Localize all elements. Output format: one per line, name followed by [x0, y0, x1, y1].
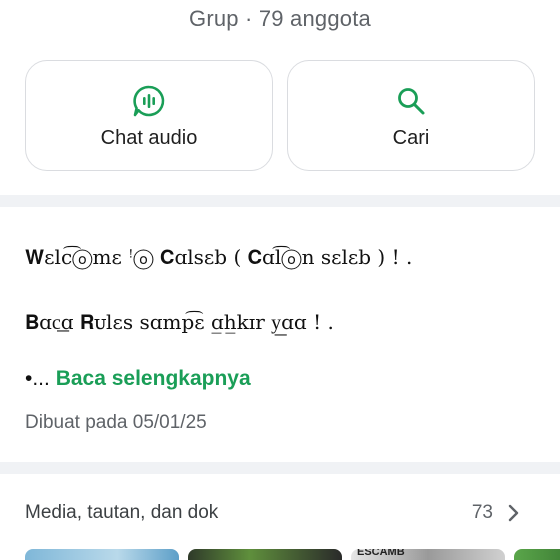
chevron-right-icon: [505, 502, 523, 524]
audio-chat-label: Chat audio: [100, 127, 198, 149]
group-actions: Chat audio Cari: [25, 60, 535, 171]
section-divider: [0, 195, 560, 207]
audio-chat-icon: [131, 83, 167, 119]
media-title: Media, tautan, dan dok: [25, 502, 219, 523]
media-thumbnail[interactable]: [514, 549, 560, 560]
media-thumbnail[interactable]: [25, 549, 179, 560]
search-icon: [393, 83, 429, 119]
read-more-link[interactable]: Baca selengkapnya: [56, 367, 251, 390]
media-thumbnail[interactable]: ESCAMB: [351, 549, 505, 560]
media-thumbnail[interactable]: [188, 549, 342, 560]
media-thumbnails: ESCAMB: [25, 549, 560, 560]
description-line-2: 𝐁ɑc͟ɑ 𝐑ᴜlɛs sɑmp͡ɛ ɑ̲h̲kɪr y͟ɑɑ ! .: [25, 310, 334, 334]
created-date: Dibuat pada 05/01/25: [25, 412, 207, 433]
search-label: Cari: [392, 127, 430, 149]
search-button[interactable]: Cari: [287, 60, 535, 171]
description-line-1: 𝐖ɛlc͡ⓞmɛ ꜝⓞ 𝐂ɑlsɛb ( 𝐂ɑl͡ⓞn sɛlɛb ) ! .: [25, 245, 413, 269]
media-count: 73: [471, 502, 493, 523]
read-more-prefix: •...: [25, 367, 50, 390]
section-divider: [0, 462, 560, 474]
media-links-docs-row[interactable]: Media, tautan, dan dok 73: [25, 474, 535, 544]
audio-chat-button[interactable]: Chat audio: [25, 60, 273, 171]
thumbnail-text: ESCAMB: [357, 549, 405, 558]
read-more-row: •... Baca selengkapnya: [25, 367, 251, 391]
group-member-count: Grup · 79 anggota: [189, 6, 371, 31]
